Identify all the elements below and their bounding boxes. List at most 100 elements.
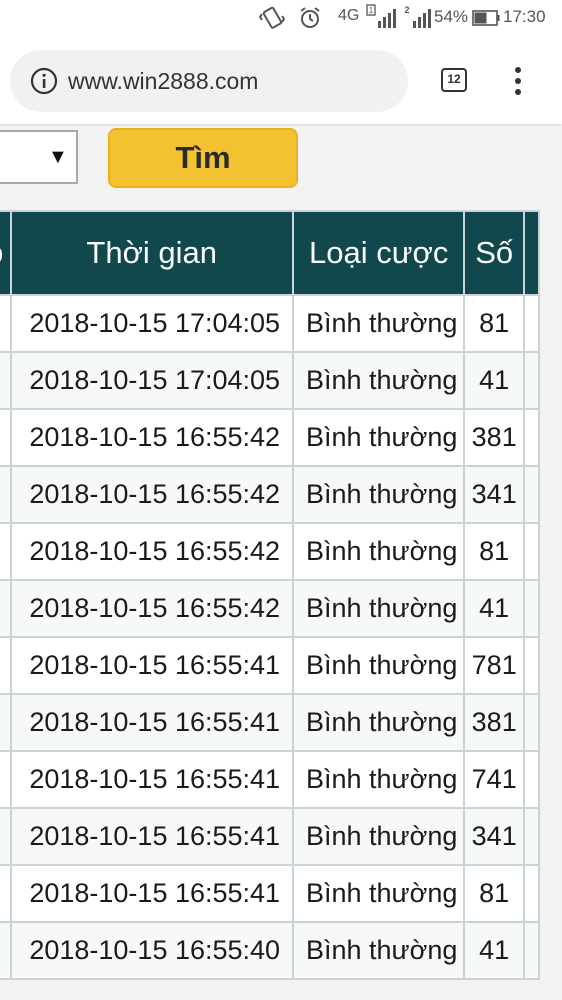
row-index-cell <box>0 693 12 752</box>
number-cell: 781 <box>463 636 525 695</box>
time-cell: 2018-10-15 16:55:42 <box>9 408 294 467</box>
column-header: o <box>0 210 12 296</box>
row-index-cell <box>0 864 12 923</box>
extra-cell <box>522 465 541 524</box>
browser-toolbar: www.win2888.com 12 <box>0 36 562 124</box>
column-header-type: Loại cược <box>291 210 466 296</box>
extra-cell <box>522 522 541 581</box>
bet-type-cell: Bình thường <box>291 693 466 752</box>
extra-cell <box>522 864 541 923</box>
svg-text:1: 1 <box>369 6 374 15</box>
bet-type-cell: Bình thường <box>291 921 466 980</box>
extra-cell <box>522 921 541 980</box>
time-cell: 2018-10-15 16:55:41 <box>9 636 294 695</box>
battery-percent: 54% <box>434 7 469 26</box>
alarm-icon <box>300 7 320 28</box>
row-index-cell <box>0 750 12 809</box>
table-row: 2018-10-15 16:55:41 Bình thường 741 <box>0 750 541 809</box>
time-cell: 2018-10-15 16:55:41 <box>9 750 294 809</box>
time-cell: 2018-10-15 16:55:42 <box>9 579 294 638</box>
row-index-cell <box>0 636 12 695</box>
number-cell: 41 <box>463 579 525 638</box>
row-index-cell <box>0 579 12 638</box>
bet-type-cell: Bình thường <box>291 750 466 809</box>
svg-text:2: 2 <box>404 5 409 15</box>
vibrate-icon <box>259 6 285 29</box>
table-row: 2018-10-15 16:55:41 Bình thường 381 <box>0 693 541 752</box>
bet-type-cell: Bình thường <box>291 408 466 467</box>
row-index-cell <box>0 522 12 581</box>
bet-type-cell: Bình thường <box>291 579 466 638</box>
bet-type-cell: Bình thường <box>291 294 466 353</box>
column-header-extra <box>522 210 541 296</box>
time-cell: 2018-10-15 16:55:41 <box>9 693 294 752</box>
search-button[interactable]: Tìm <box>108 128 298 188</box>
table-body: 2018-10-15 17:04:05 Bình thường 81 2018-10-… <box>0 294 541 980</box>
extra-cell <box>522 750 541 809</box>
table-row: 2018-10-15 16:55:40 Bình thường 41 <box>0 921 541 980</box>
page: 4G 1 2 54% 17:30 www.win2888.com 12 ▼ Tì… <box>0 0 562 1000</box>
number-cell: 81 <box>463 864 525 923</box>
number-cell: 741 <box>463 750 525 809</box>
filter-select[interactable]: ▼ <box>0 130 78 184</box>
network-type: 4G <box>338 7 360 24</box>
time-cell: 2018-10-15 17:04:05 <box>9 294 294 353</box>
number-cell: 81 <box>463 522 525 581</box>
table-row: 2018-10-15 16:55:42 Bình thường 81 <box>0 522 541 581</box>
column-header-time: Thời gian <box>9 210 294 296</box>
info-icon[interactable] <box>30 67 58 95</box>
time-cell: 2018-10-15 16:55:41 <box>9 807 294 866</box>
column-header-number: Số <box>463 210 525 296</box>
row-index-cell <box>0 921 12 980</box>
time-cell: 2018-10-15 16:55:40 <box>9 921 294 980</box>
table-row: 2018-10-15 16:55:42 Bình thường 381 <box>0 408 541 467</box>
dropdown-arrow-icon: ▼ <box>48 146 68 168</box>
extra-cell <box>522 807 541 866</box>
table-row: 2018-10-15 16:55:42 Bình thường 341 <box>0 465 541 524</box>
bet-type-cell: Bình thường <box>291 864 466 923</box>
time-cell: 2018-10-15 16:55:42 <box>9 522 294 581</box>
table-row: 2018-10-15 16:55:42 Bình thường 41 <box>0 579 541 638</box>
table-row: 2018-10-15 16:55:41 Bình thường 781 <box>0 636 541 695</box>
table-header-row: o Thời gian Loại cược Số <box>0 210 541 296</box>
row-index-cell <box>0 351 12 410</box>
row-index-cell <box>0 807 12 866</box>
bet-type-cell: Bình thường <box>291 636 466 695</box>
bet-type-cell: Bình thường <box>291 351 466 410</box>
table-row: 2018-10-15 17:04:05 Bình thường 41 <box>0 351 541 410</box>
bet-type-cell: Bình thường <box>291 522 466 581</box>
row-index-cell <box>0 465 12 524</box>
number-cell: 381 <box>463 408 525 467</box>
signal-icon: 1 <box>366 4 396 28</box>
number-cell: 341 <box>463 465 525 524</box>
bet-type-cell: Bình thường <box>291 807 466 866</box>
extra-cell <box>522 579 541 638</box>
extra-cell <box>522 693 541 752</box>
number-cell: 381 <box>463 693 525 752</box>
status-bar: 4G 1 2 54% 17:30 <box>0 0 562 36</box>
url-text[interactable]: www.win2888.com <box>68 67 258 95</box>
extra-cell <box>522 408 541 467</box>
number-cell: 41 <box>463 351 525 410</box>
time-cell: 2018-10-15 16:55:42 <box>9 465 294 524</box>
extra-cell <box>522 636 541 695</box>
row-index-cell <box>0 408 12 467</box>
bet-type-cell: Bình thường <box>291 465 466 524</box>
number-cell: 341 <box>463 807 525 866</box>
tab-switcher-button[interactable]: 12 <box>441 68 467 92</box>
battery-icon <box>472 10 500 26</box>
row-index-cell <box>0 294 12 353</box>
number-cell: 81 <box>463 294 525 353</box>
clock: 17:30 <box>503 7 546 26</box>
menu-icon[interactable] <box>504 65 532 97</box>
signal-icon: 2 <box>404 5 431 28</box>
table-row: 2018-10-15 16:55:41 Bình thường 81 <box>0 864 541 923</box>
extra-cell <box>522 294 541 353</box>
table-row: 2018-10-15 16:55:41 Bình thường 341 <box>0 807 541 866</box>
number-cell: 41 <box>463 921 525 980</box>
time-cell: 2018-10-15 17:04:05 <box>9 351 294 410</box>
results-table: o Thời gian Loại cược Số 2018-10-15 17:0… <box>0 210 541 980</box>
address-bar[interactable]: www.win2888.com <box>10 50 408 112</box>
table-row: 2018-10-15 17:04:05 Bình thường 81 <box>0 294 541 353</box>
extra-cell <box>522 351 541 410</box>
